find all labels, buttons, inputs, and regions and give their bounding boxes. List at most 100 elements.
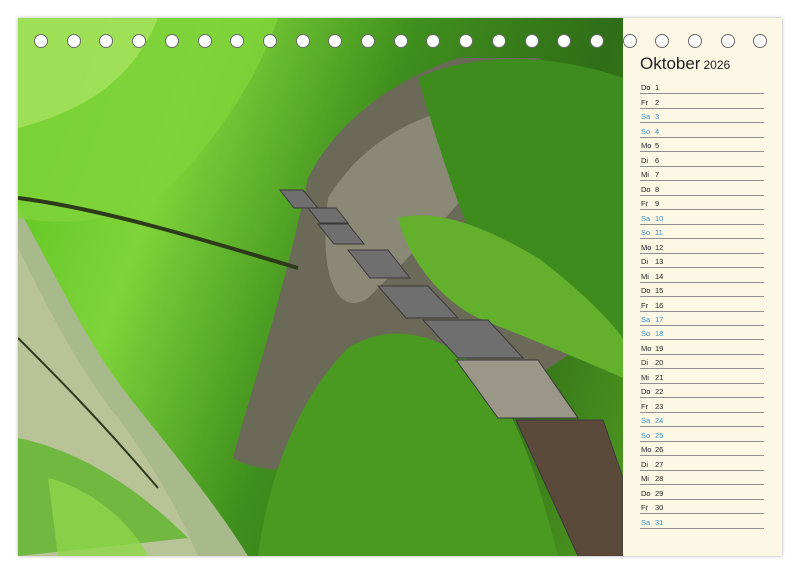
day-name: Sa: [641, 517, 651, 527]
day-name: Sa: [641, 416, 651, 426]
binding-ring: [262, 34, 277, 48]
day-name: Mi: [641, 170, 649, 180]
day-name: So: [641, 329, 651, 339]
binding-ring: [230, 34, 245, 48]
day-row: Mi 14: [640, 268, 764, 283]
day-row: Sa 24: [640, 413, 764, 428]
day-row: Mi 21: [640, 369, 764, 384]
day-number: 24: [655, 416, 664, 426]
day-number: 28: [655, 474, 664, 484]
gorge-trail-illustration: [18, 18, 623, 556]
day-name: So: [641, 228, 651, 238]
day-number: 18: [655, 329, 664, 339]
binding-ring: [197, 34, 212, 48]
binding-ring: [524, 34, 539, 48]
day-number: 22: [655, 387, 664, 397]
day-row: Fr 23: [640, 398, 764, 413]
binding-ring: [393, 34, 408, 48]
binding-ring: [328, 34, 343, 48]
day-name: Di: [641, 257, 649, 267]
binding-ring: [491, 34, 506, 48]
day-row: Do 15: [640, 283, 764, 298]
day-row: Sa 10: [640, 210, 764, 225]
day-number: 1: [655, 83, 660, 93]
calendar-page: Oktober 2026 Do 1 Fr 2 Sa 3 So 4 Mo 5 Di 6 Mi 7 Do 8 Fr 9 S…: [18, 18, 782, 556]
binding-ring: [99, 34, 114, 48]
day-row: Mo 12: [640, 239, 764, 254]
day-row: So 11: [640, 225, 764, 240]
calendar-panel: Oktober 2026 Do 1 Fr 2 Sa 3 So 4 Mo 5 Di 6 Mi 7 Do 8 Fr 9 S…: [623, 18, 782, 556]
day-name: Mo: [641, 141, 652, 151]
day-number: 17: [655, 314, 664, 324]
day-name: Mi: [641, 372, 649, 382]
binding-ring: [34, 34, 48, 48]
day-number: 30: [655, 503, 664, 513]
day-row: Fr 9: [640, 196, 764, 211]
binding-ring: [589, 34, 604, 48]
day-name: Mo: [641, 343, 652, 353]
day-number: 20: [655, 358, 664, 368]
day-name: Sa: [641, 112, 651, 122]
day-number: 31: [655, 517, 664, 527]
day-number: 11: [655, 228, 663, 238]
day-number: 19: [655, 343, 664, 353]
binding-ring: [361, 34, 375, 48]
day-number: 2: [655, 97, 660, 107]
day-number: 7: [655, 170, 660, 180]
day-number: 12: [655, 242, 664, 252]
binding-ring: [459, 34, 474, 48]
day-row: Do 29: [640, 485, 764, 500]
day-name: Fr: [641, 503, 649, 513]
day-row: Do 8: [640, 181, 764, 196]
day-number: 14: [655, 271, 664, 281]
day-row: Fr 30: [640, 500, 764, 515]
year: 2026: [703, 58, 731, 72]
day-number: 27: [655, 459, 664, 469]
day-number: 4: [655, 126, 660, 136]
day-name: Mi: [641, 271, 649, 281]
day-row: Di 20: [640, 355, 764, 370]
day-row: Mi 28: [640, 471, 764, 486]
day-name: Do: [641, 286, 651, 296]
day-row: Do 1: [640, 80, 764, 95]
day-name: Fr: [641, 97, 649, 107]
day-row: Mo 26: [640, 442, 764, 457]
day-number: 3: [655, 112, 660, 122]
day-name: Do: [641, 387, 651, 397]
day-number: 16: [655, 300, 664, 310]
gorge-trail-photo: [18, 18, 623, 556]
day-row: So 25: [640, 427, 764, 442]
day-row: Sa 31: [640, 514, 764, 529]
day-row: Di 6: [640, 152, 764, 167]
day-number: 6: [655, 155, 660, 165]
day-name: Mi: [641, 474, 649, 484]
day-number: 8: [655, 184, 660, 194]
day-name: Mo: [641, 445, 652, 455]
day-name: Do: [641, 488, 651, 498]
day-row: Fr 16: [640, 297, 764, 312]
binding-ring: [295, 34, 310, 48]
day-row: So 18: [640, 326, 764, 341]
day-number: 15: [655, 286, 664, 296]
day-number: 10: [655, 213, 664, 223]
day-name: Fr: [641, 401, 649, 411]
day-name: Di: [641, 358, 649, 368]
day-row: Fr 2: [640, 94, 764, 109]
day-name: Fr: [641, 300, 649, 310]
day-number: 29: [655, 488, 664, 498]
day-row: Mo 19: [640, 340, 764, 355]
day-name: Sa: [641, 213, 651, 223]
day-number: 26: [655, 445, 664, 455]
day-name: So: [641, 126, 651, 136]
day-number: 13: [655, 257, 664, 267]
day-name: Di: [641, 155, 649, 165]
binding-ring: [557, 34, 572, 48]
day-number: 9: [655, 199, 660, 209]
day-name: Mo: [641, 242, 652, 252]
day-name: Sa: [641, 314, 651, 324]
day-name: Fr: [641, 199, 649, 209]
month-name: Oktober: [640, 54, 701, 73]
day-number: 23: [655, 401, 664, 411]
day-row: Sa 3: [640, 109, 764, 124]
day-row: Do 22: [640, 384, 764, 399]
